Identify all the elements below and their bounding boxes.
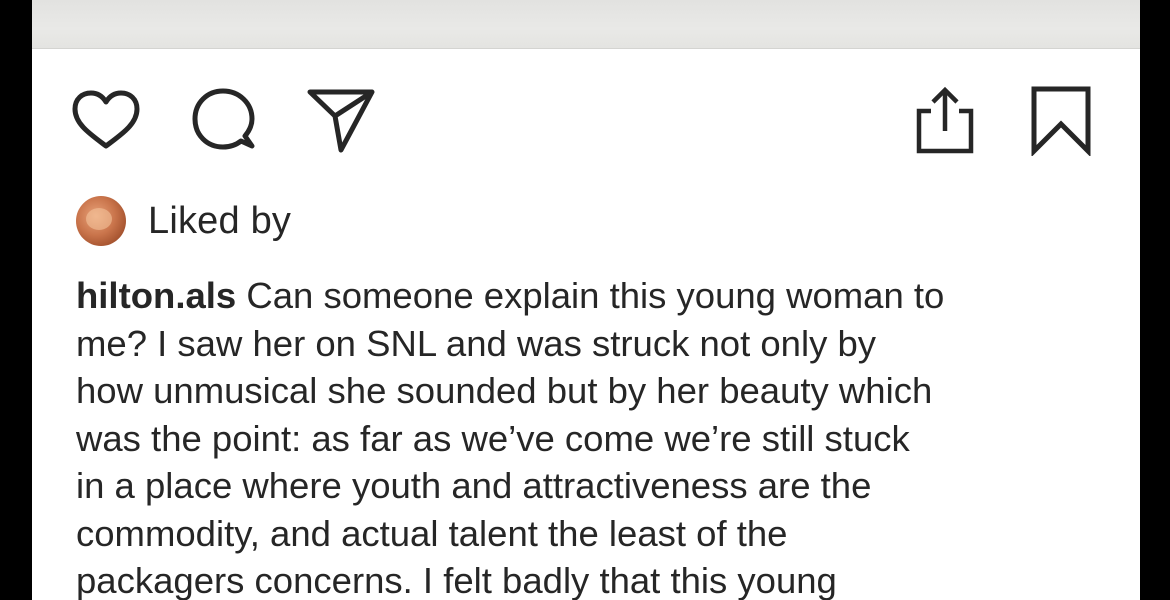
send-icon xyxy=(307,89,375,153)
share-export-icon xyxy=(916,86,974,154)
liked-by-label: Liked by xyxy=(148,199,292,242)
caption-line: me? I saw her on SNL and was struck not … xyxy=(76,322,877,364)
save-button[interactable] xyxy=(1025,80,1097,160)
liked-by-row[interactable]: Liked by xyxy=(76,193,291,249)
caption-username[interactable]: hilton.als xyxy=(76,275,236,316)
post-image[interactable] xyxy=(32,0,1140,49)
post-caption: hilton.als Can someone explain this youn… xyxy=(76,272,1116,600)
caption-line: Can someone explain this young woman to xyxy=(246,275,945,316)
send-button[interactable] xyxy=(305,80,377,160)
screen: Liked by hilton.als Can someone explain … xyxy=(0,0,1170,600)
comment-icon xyxy=(192,88,255,150)
caption-line: packagers concerns. I felt badly that th… xyxy=(76,560,837,600)
bookmark-icon xyxy=(1031,86,1091,156)
like-button[interactable] xyxy=(70,80,142,160)
heart-icon xyxy=(72,90,140,149)
share-export-button[interactable] xyxy=(909,80,981,160)
post-card: Liked by hilton.als Can someone explain … xyxy=(32,0,1140,600)
post-action-bar xyxy=(32,80,1140,160)
liker-avatar[interactable] xyxy=(76,196,126,246)
comment-button[interactable] xyxy=(188,80,260,160)
caption-line: in a place where youth and attractivenes… xyxy=(76,465,872,506)
caption-line: was the point: as far as we’ve come we’r… xyxy=(76,417,910,459)
caption-line: how unmusical she sounded but by her bea… xyxy=(76,370,933,411)
caption-line: commodity, and actual talent the least o… xyxy=(76,512,788,554)
